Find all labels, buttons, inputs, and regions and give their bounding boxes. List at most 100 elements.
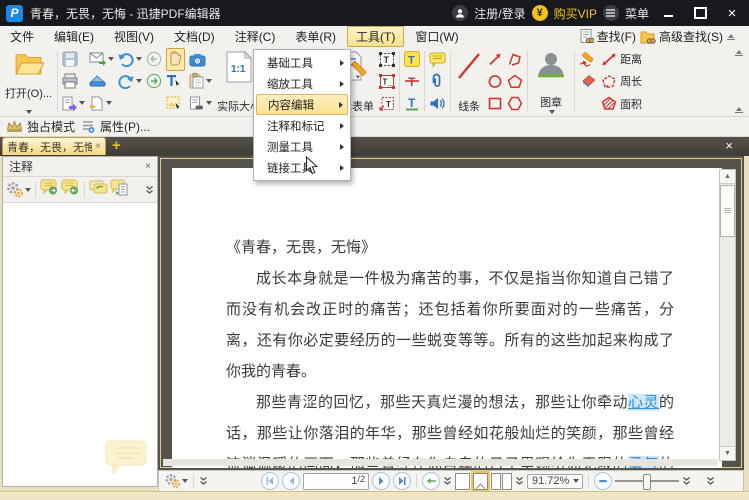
menu-form[interactable]: 表单(R) bbox=[286, 26, 345, 47]
polyline-tool-button[interactable] bbox=[505, 48, 525, 70]
arrow-tool-button[interactable] bbox=[485, 48, 505, 70]
email-button[interactable] bbox=[87, 48, 116, 70]
menu-document[interactable]: 文档(D) bbox=[165, 26, 224, 47]
new-tab-button[interactable]: + bbox=[112, 138, 125, 153]
print-button[interactable] bbox=[60, 70, 87, 92]
tools-menu-link[interactable]: 链接工具 bbox=[256, 157, 348, 178]
view-history-more-icon[interactable] bbox=[443, 476, 452, 486]
advanced-find-button[interactable]: 高级查找(S) bbox=[640, 28, 723, 45]
zoom-out-button[interactable] bbox=[594, 472, 612, 490]
attach-file-button[interactable] bbox=[427, 70, 448, 92]
new-document-button[interactable] bbox=[87, 92, 116, 114]
menu-view[interactable]: 视图(V) bbox=[105, 26, 163, 47]
undo-button[interactable] bbox=[116, 48, 144, 70]
redo-button[interactable] bbox=[116, 70, 144, 92]
tools-menu-zoom[interactable]: 缩放工具 bbox=[256, 73, 348, 94]
buy-vip-button[interactable]: 购买VIP bbox=[554, 5, 597, 22]
menu-window[interactable]: 窗口(W) bbox=[406, 26, 467, 47]
zoom-slider-thumb[interactable] bbox=[643, 474, 651, 490]
perimeter-tool-button[interactable]: 周长 bbox=[601, 70, 642, 92]
menu-comment[interactable]: 注释(C) bbox=[226, 26, 285, 47]
tools-menu-content-edit[interactable]: 内容编辑 bbox=[256, 94, 348, 115]
text-resize-button[interactable]: T bbox=[377, 92, 397, 114]
collapse-menubar-icon[interactable] bbox=[727, 33, 735, 40]
next-page-button[interactable] bbox=[372, 472, 390, 490]
page-mode-more-icon[interactable] bbox=[515, 476, 524, 486]
document-page[interactable]: 《青春，无畏，无悔》 成长本身就是一件极为痛苦的事，不仅是指当你知道自己错了而没… bbox=[172, 168, 722, 468]
scrollbar-thumb[interactable] bbox=[720, 185, 735, 237]
login-button[interactable]: 注册/登录 bbox=[474, 5, 525, 22]
continuous-page-mode-button[interactable] bbox=[471, 470, 490, 492]
strikethrough-text-button[interactable]: T bbox=[402, 70, 422, 92]
two-page-mode-button[interactable] bbox=[491, 472, 512, 490]
polygon-tool-button[interactable] bbox=[505, 92, 525, 114]
panel-toolbar-more-icon[interactable] bbox=[145, 185, 154, 195]
distance-tool-button[interactable]: 距离 bbox=[601, 48, 642, 70]
stamp-button[interactable]: 图章 bbox=[530, 48, 572, 115]
highlight-text-button[interactable]: T bbox=[402, 48, 422, 70]
close-document-icon[interactable]: × bbox=[725, 138, 733, 153]
link-word[interactable]: 心灵 bbox=[627, 394, 659, 411]
select-text-button[interactable] bbox=[164, 70, 187, 92]
circle-tool-button[interactable] bbox=[485, 70, 505, 92]
previous-page-button[interactable] bbox=[282, 472, 300, 490]
text-edit-box-button[interactable]: T_ bbox=[377, 70, 397, 92]
hand-tool-button[interactable] bbox=[166, 47, 186, 71]
statusbar-options-button[interactable] bbox=[164, 473, 188, 489]
zoom-level-select[interactable]: 91.72% bbox=[527, 473, 583, 489]
comments-panel-close-icon[interactable]: × bbox=[145, 161, 151, 172]
menu-button[interactable]: 菜单 bbox=[625, 5, 649, 22]
maximize-button[interactable] bbox=[687, 3, 713, 23]
next-view-button[interactable] bbox=[144, 70, 164, 92]
single-page-mode-button[interactable] bbox=[455, 472, 470, 490]
previous-view-button[interactable] bbox=[144, 48, 164, 70]
search-document-button[interactable] bbox=[187, 92, 214, 114]
scroll-down-icon[interactable]: ▼ bbox=[720, 446, 735, 460]
reply-comment-button[interactable] bbox=[89, 179, 108, 201]
close-button[interactable]: × bbox=[719, 3, 745, 23]
tab-close-icon[interactable]: × bbox=[95, 141, 101, 152]
exclusive-mode-button[interactable]: 独占模式 bbox=[6, 118, 75, 135]
find-button[interactable]: 查找(F) bbox=[580, 28, 636, 45]
last-page-button[interactable] bbox=[393, 472, 411, 490]
line-tool-button[interactable]: 线条 bbox=[453, 48, 485, 115]
eraser-tool-button[interactable] bbox=[577, 70, 599, 92]
tools-menu-measure[interactable]: 测量工具 bbox=[256, 136, 348, 157]
textbox-tool-button[interactable]: T bbox=[377, 48, 397, 70]
scroll-up-icon[interactable]: ▲ bbox=[720, 170, 735, 184]
minimize-button[interactable] bbox=[655, 3, 681, 23]
collapse-left-icon[interactable] bbox=[199, 476, 208, 486]
comments-options-button[interactable] bbox=[6, 181, 31, 198]
menu-edit[interactable]: 编辑(E) bbox=[45, 26, 103, 47]
menu-tools[interactable]: 工具(T) bbox=[347, 26, 405, 47]
save-button[interactable] bbox=[60, 48, 87, 70]
statusbar-more1-icon[interactable] bbox=[682, 476, 691, 486]
export-document-button[interactable] bbox=[60, 92, 87, 114]
select-image-button[interactable] bbox=[164, 92, 187, 114]
tools-menu-basic[interactable]: 基础工具 bbox=[256, 52, 348, 73]
snapshot-button[interactable] bbox=[187, 48, 214, 70]
previous-view-nav-button[interactable] bbox=[422, 472, 440, 490]
sticky-note-button[interactable] bbox=[427, 48, 448, 70]
previous-comment-button[interactable] bbox=[61, 179, 80, 201]
sound-comment-button[interactable] bbox=[427, 92, 448, 114]
paste-button[interactable] bbox=[187, 70, 214, 92]
collapse-toolbar-icon[interactable] bbox=[735, 50, 743, 56]
pencil-tool-button[interactable] bbox=[577, 48, 599, 70]
area-tool-button[interactable]: 面积 bbox=[601, 93, 642, 115]
statusbar-more2-icon[interactable] bbox=[706, 476, 715, 486]
horizontal-scrollbar[interactable] bbox=[163, 459, 717, 466]
menu-file[interactable]: 文件 bbox=[1, 26, 43, 47]
collapse-toolbar2-icon[interactable] bbox=[735, 107, 743, 113]
vertical-scrollbar[interactable]: ▲ ▼ bbox=[719, 169, 736, 461]
export-comments-button[interactable] bbox=[110, 179, 129, 201]
first-page-button[interactable] bbox=[261, 472, 279, 490]
next-comment-button[interactable] bbox=[40, 179, 59, 201]
tools-menu-annotate[interactable]: 注释和标记 bbox=[256, 115, 348, 136]
document-tab[interactable]: 青春，无畏，无悔 × bbox=[2, 137, 106, 155]
scanner-button[interactable] bbox=[87, 70, 116, 92]
pentagon-tool-button[interactable] bbox=[505, 70, 525, 92]
page-number-input[interactable]: 1/2 bbox=[303, 472, 369, 490]
rectangle-tool-button[interactable] bbox=[485, 92, 505, 114]
open-button[interactable]: 打开(O)... bbox=[2, 48, 55, 115]
